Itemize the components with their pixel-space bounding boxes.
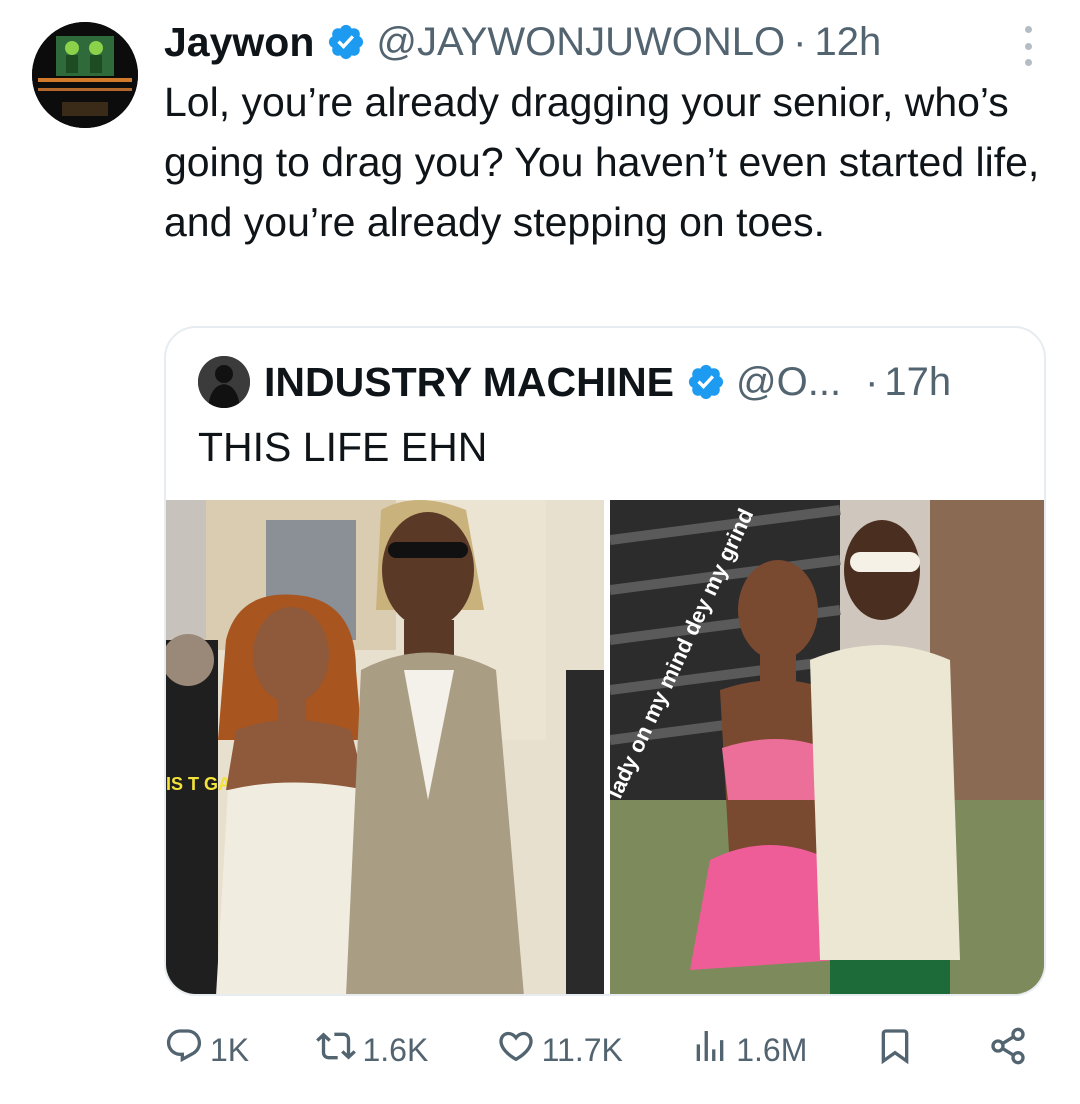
verified-badge-icon bbox=[686, 362, 726, 402]
like-count: 11.7K bbox=[541, 1031, 623, 1068]
views-button[interactable]: 1.6M bbox=[690, 1026, 807, 1074]
repost-button[interactable]: 1.6K bbox=[316, 1026, 428, 1074]
bookmark-icon bbox=[875, 1026, 921, 1074]
quoted-tweet-header: INDUSTRY MACHINE @O... · 17h bbox=[198, 352, 951, 412]
separator-dot: · bbox=[793, 19, 807, 64]
reply-icon bbox=[164, 1026, 210, 1074]
reply-count: 1K bbox=[210, 1031, 250, 1068]
quoted-author-avatar[interactable] bbox=[198, 356, 250, 408]
tweet-time[interactable]: 12h bbox=[814, 20, 881, 65]
photo-2[interactable]: lady on my mind dey my grind bbox=[610, 500, 1044, 994]
separator-dot: · bbox=[865, 359, 879, 404]
like-icon bbox=[496, 1026, 542, 1074]
author-avatar[interactable] bbox=[32, 22, 138, 128]
like-button[interactable]: 11.7K bbox=[496, 1026, 623, 1074]
tweet-header: Jaywon @JAYWONJUWONLO · 12h bbox=[164, 14, 881, 70]
share-button[interactable] bbox=[988, 1026, 1034, 1074]
bookmark-button[interactable] bbox=[875, 1026, 921, 1074]
repost-icon bbox=[316, 1026, 362, 1074]
quoted-tweet[interactable]: INDUSTRY MACHINE @O... · 17h THIS LIFE E… bbox=[164, 326, 1046, 996]
tweet-text: Lol, you’re already dragging your senior… bbox=[164, 79, 1040, 245]
repost-count: 1.6K bbox=[362, 1031, 429, 1068]
quoted-author-handle[interactable]: @O... bbox=[736, 360, 841, 405]
photo-sign-text: IS T GAI bbox=[166, 774, 236, 794]
quoted-tweet-text: THIS LIFE EHN bbox=[198, 424, 488, 470]
author-handle[interactable]: @JAYWONJUWONLO bbox=[376, 20, 785, 65]
verified-badge-icon bbox=[326, 22, 366, 62]
share-icon bbox=[988, 1026, 1034, 1074]
more-icon[interactable] bbox=[1018, 26, 1038, 66]
reply-button[interactable]: 1K bbox=[164, 1026, 249, 1074]
quoted-author-name[interactable]: INDUSTRY MACHINE bbox=[264, 359, 674, 406]
quoted-tweet-time[interactable]: 17h bbox=[884, 360, 951, 405]
views-count: 1.6M bbox=[736, 1031, 808, 1068]
action-bar: 1K 1.6K 11.7K 1.6M bbox=[164, 1022, 1034, 1078]
media-grid: IS T GAI lady on my mind dey my grind bbox=[166, 500, 1044, 994]
photo-1[interactable]: IS T GAI bbox=[166, 500, 604, 994]
author-name[interactable]: Jaywon bbox=[164, 19, 314, 66]
views-icon bbox=[690, 1026, 736, 1074]
